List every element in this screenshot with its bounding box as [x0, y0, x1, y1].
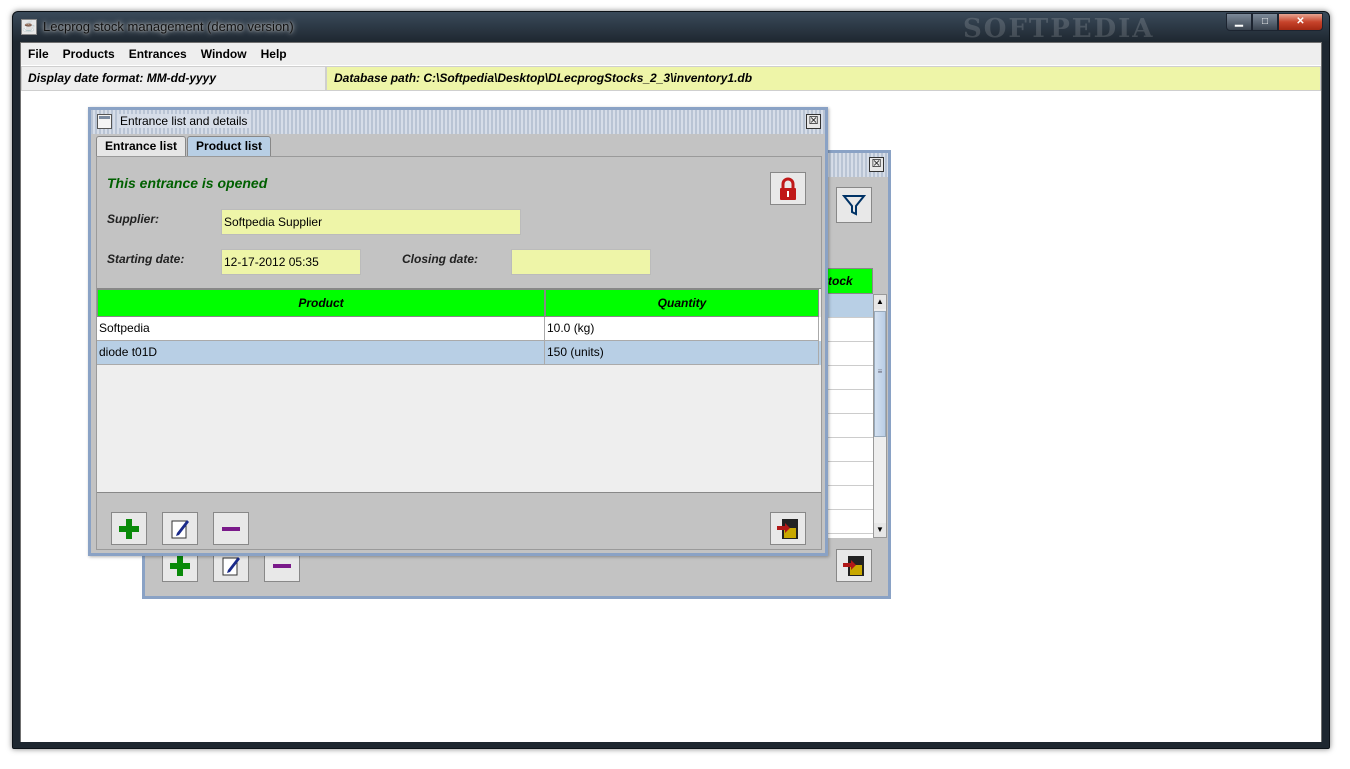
edit-icon [171, 519, 189, 538]
closing-date-label: Closing date: [402, 252, 479, 266]
date-format-label: Display date format: MM-dd-yyyy [21, 66, 326, 91]
tab-product-list[interactable]: Product list [187, 136, 272, 156]
table-row[interactable] [821, 342, 873, 366]
minimize-button[interactable]: ▁ [1226, 13, 1252, 31]
starting-date-field[interactable]: 12-17-2012 05:35 [221, 249, 361, 275]
edit-product-button[interactable] [162, 512, 198, 545]
frame-close-button[interactable]: ☒ [806, 114, 821, 129]
menu-file[interactable]: File [21, 43, 56, 65]
product-table: Product Quantity Softpedia 10.0 (kg) dio… [97, 288, 821, 493]
window-controls: ▁ □ ✕ [1226, 13, 1323, 31]
tab-entrance-list[interactable]: Entrance list [96, 136, 187, 156]
tab-bar: Entrance list Product list [96, 136, 272, 156]
edit-icon [222, 556, 240, 575]
java-app-icon: ☕ [21, 19, 37, 35]
background-frame-close-button[interactable]: ☒ [869, 157, 884, 172]
table-row[interactable] [821, 438, 873, 462]
supplier-label: Supplier: [107, 212, 160, 226]
scroll-down-icon[interactable]: ▼ [874, 523, 886, 537]
lock-icon [780, 177, 796, 200]
vertical-scrollbar[interactable]: ▲ ≡ ▼ [873, 294, 887, 538]
table-row[interactable] [821, 366, 873, 390]
quantity-cell: 150 (units) [545, 341, 819, 365]
add-icon [170, 555, 190, 576]
menu-products[interactable]: Products [56, 43, 122, 65]
frame-window-icon [97, 114, 112, 129]
menu-help[interactable]: Help [254, 43, 294, 65]
table-row[interactable] [821, 414, 873, 438]
status-bar: Display date format: MM-dd-yyyy Database… [21, 66, 1321, 91]
exit-icon [843, 555, 864, 576]
table-row[interactable] [821, 486, 873, 510]
table-row[interactable] [821, 462, 873, 486]
table-row[interactable]: Softpedia 10.0 (kg) [97, 317, 821, 341]
supplier-field[interactable]: Softpedia Supplier [221, 209, 521, 235]
background-table-body [821, 294, 873, 538]
table-row[interactable] [821, 318, 873, 342]
entrance-details-frame[interactable]: Entrance list and details ☒ Entrance lis… [88, 107, 828, 556]
menu-entrances[interactable]: Entrances [122, 43, 194, 65]
remove-icon [273, 563, 291, 568]
exit-button[interactable] [770, 512, 806, 545]
lock-button[interactable] [770, 172, 806, 205]
product-cell: diode t01D [97, 341, 545, 365]
database-path-label: Database path: C:\Softpedia\Desktop\DLec… [326, 66, 1321, 91]
table-row[interactable] [821, 390, 873, 414]
frame-title: Entrance list and details [117, 114, 251, 128]
remove-icon [222, 526, 240, 531]
maximize-button[interactable]: □ [1252, 13, 1278, 31]
exit-icon [777, 518, 798, 539]
quantity-cell: 10.0 (kg) [545, 317, 819, 341]
table-row[interactable] [821, 510, 873, 534]
starting-date-label: Starting date: [107, 252, 185, 266]
column-header-quantity[interactable]: Quantity [545, 289, 819, 317]
close-button[interactable]: ✕ [1278, 13, 1323, 31]
watermark: SOFTPEDIA [963, 14, 1155, 44]
window-titlebar[interactable]: ☕ Lecprog stock management (demo version… [13, 12, 1329, 44]
menu-bar: File Products Entrances Window Help [21, 43, 1321, 65]
remove-product-button[interactable] [213, 512, 249, 545]
table-header: Product Quantity [97, 289, 821, 317]
menu-window[interactable]: Window [194, 43, 254, 65]
product-list-panel: This entrance is opened Supplier: Softpe… [96, 156, 822, 550]
filter-icon [842, 195, 866, 216]
scroll-up-icon[interactable]: ▲ [874, 295, 886, 309]
frame-titlebar[interactable]: Entrance list and details ☒ [91, 110, 825, 134]
window-title: Lecprog stock management (demo version) [43, 19, 294, 34]
filter-button[interactable] [836, 187, 872, 223]
closing-date-field[interactable] [511, 249, 651, 275]
background-table-header-stock[interactable]: tock [821, 268, 873, 294]
scroll-thumb[interactable]: ≡ [874, 311, 886, 437]
table-row[interactable] [821, 294, 873, 318]
entrance-status-label: This entrance is opened [107, 175, 268, 191]
table-row[interactable]: diode t01D 150 (units) [97, 341, 821, 365]
background-exit-button[interactable] [836, 549, 872, 582]
product-cell: Softpedia [97, 317, 545, 341]
add-product-button[interactable] [111, 512, 147, 545]
column-header-product[interactable]: Product [97, 289, 545, 317]
add-icon [119, 518, 139, 539]
